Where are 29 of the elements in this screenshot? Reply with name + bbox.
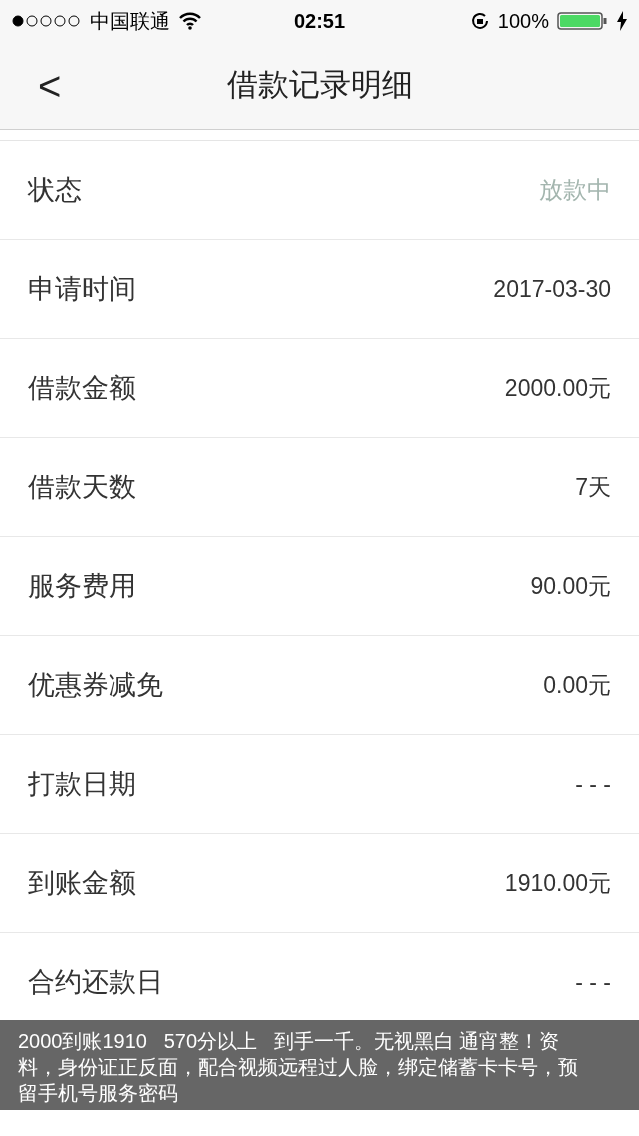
row-label: 借款金额 (28, 371, 136, 405)
row-label: 优惠券减免 (28, 668, 163, 702)
row-value: 2017-03-30 (493, 274, 611, 304)
row-label: 合约还款日 (28, 965, 163, 999)
carrier-name: 中国联通 (90, 9, 170, 34)
row-value: 2000.00元 (504, 373, 611, 403)
row-label: 借款天数 (28, 470, 136, 504)
battery-percent: 100% (497, 9, 549, 34)
back-button[interactable]: < (38, 65, 62, 106)
row-value: - - - (575, 769, 611, 799)
row-label: 打款日期 (28, 767, 136, 801)
row-label: 服务费用 (28, 569, 136, 603)
signal-icon (12, 15, 82, 27)
wifi-icon (178, 12, 202, 30)
caption-text: 2000到账1910 570分以上 到手一千。无视黑白 通宵整！资料，身份证正反面，配合视频远程过人脸，绑定储蓄卡卡号，预留手机号服务密码 (18, 1029, 579, 1106)
page-title: 借款记录明细 (226, 66, 413, 105)
row-value: 放款中 (539, 175, 611, 205)
clock-time: 02:51 (293, 9, 346, 34)
row-value: 1910.00元 (504, 868, 611, 898)
row-value: - - - (575, 967, 611, 997)
rotation-lock-icon (469, 11, 490, 31)
row-value: 0.00元 (543, 670, 611, 700)
row-value: 7天 (575, 472, 611, 502)
charging-icon (617, 11, 627, 31)
row-label: 申请时间 (28, 272, 136, 306)
row-label: 到账金额 (28, 866, 136, 900)
battery-icon (557, 11, 609, 31)
row-label: 状态 (28, 173, 82, 207)
row-value: 90.00元 (530, 571, 611, 601)
